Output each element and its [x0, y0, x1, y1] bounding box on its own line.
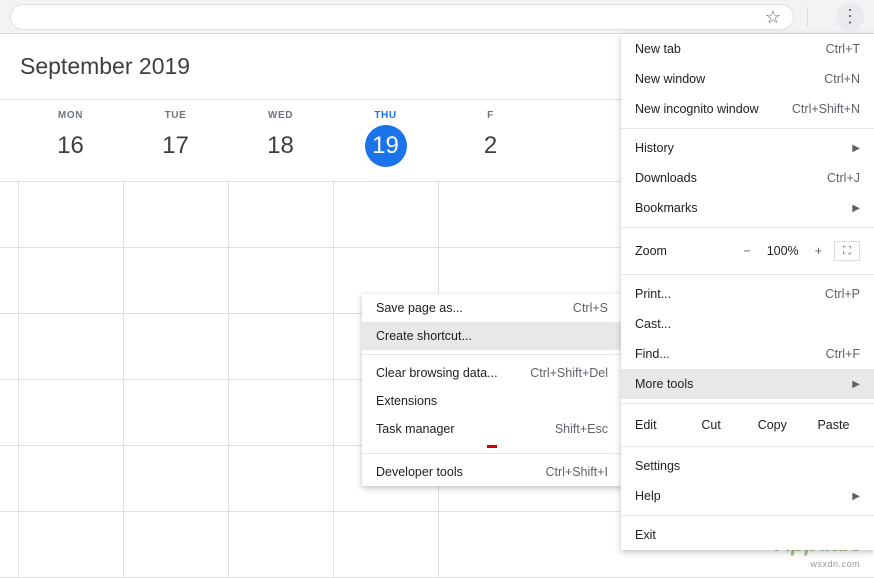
submenu-dev-tools[interactable]: Developer tools Ctrl+Shift+I	[362, 458, 622, 486]
menu-label: More tools	[635, 377, 693, 391]
chevron-right-icon: ▶	[852, 143, 860, 154]
menu-separator	[621, 446, 874, 447]
menu-separator	[621, 274, 874, 275]
menu-label: Bookmarks	[635, 201, 698, 215]
submenu-create-shortcut[interactable]: Create shortcut...	[362, 322, 622, 350]
menu-shortcut: Ctrl+Shift+N	[792, 102, 860, 116]
menu-downloads[interactable]: Downloads Ctrl+J	[621, 163, 874, 193]
menu-label: Create shortcut...	[376, 329, 472, 343]
menu-label: Extensions	[376, 394, 437, 408]
menu-label: Task manager	[376, 422, 455, 436]
menu-label: New window	[635, 72, 705, 86]
watermark-url: wsxdn.com	[810, 559, 860, 569]
day-col-mon[interactable]: MON 16	[18, 100, 123, 181]
submenu-clear-browsing[interactable]: Clear browsing data... Ctrl+Shift+Del	[362, 359, 622, 387]
menu-new-tab[interactable]: New tab Ctrl+T	[621, 34, 874, 64]
menu-label: Save page as...	[376, 301, 463, 315]
menu-shortcut: Ctrl+J	[827, 171, 860, 185]
date-number: 19	[365, 125, 407, 167]
menu-more-tools[interactable]: More tools ▶	[621, 369, 874, 399]
menu-shortcut: Ctrl+P	[825, 287, 860, 301]
menu-label: Clear browsing data...	[376, 366, 498, 380]
menu-separator	[621, 403, 874, 404]
star-icon[interactable]: ☆	[765, 7, 781, 28]
menu-label: Help	[635, 489, 661, 503]
menu-zoom: Zoom − 100% + ⛶	[621, 232, 874, 270]
zoom-in-button[interactable]: +	[815, 244, 822, 258]
menu-shortcut: Ctrl+F	[826, 347, 860, 361]
menu-new-window[interactable]: New window Ctrl+N	[621, 64, 874, 94]
chevron-right-icon: ▶	[852, 491, 860, 502]
date-number: 2	[484, 125, 497, 167]
menu-label: Find...	[635, 347, 670, 361]
menu-shortcut: Ctrl+Shift+I	[545, 465, 608, 479]
submenu-extensions[interactable]: Extensions	[362, 387, 622, 415]
menu-label: Developer tools	[376, 465, 463, 479]
menu-label: Exit	[635, 528, 656, 542]
menu-shortcut: Ctrl+S	[573, 301, 608, 315]
paste-button[interactable]: Paste	[807, 418, 860, 432]
copy-button[interactable]: Copy	[746, 418, 799, 432]
menu-label: Print...	[635, 287, 671, 301]
address-bar[interactable]: ☆	[10, 4, 794, 30]
menu-bookmarks[interactable]: Bookmarks ▶	[621, 193, 874, 223]
menu-cast[interactable]: Cast...	[621, 309, 874, 339]
dow-label: MON	[58, 110, 83, 121]
menu-separator	[362, 354, 622, 355]
menu-separator	[362, 453, 622, 454]
menu-shortcut: Ctrl+N	[824, 72, 860, 86]
menu-help[interactable]: Help ▶	[621, 481, 874, 511]
menu-label: New incognito window	[635, 102, 759, 116]
cut-button[interactable]: Cut	[685, 418, 738, 432]
menu-separator	[621, 128, 874, 129]
menu-label: Downloads	[635, 171, 697, 185]
edit-label: Edit	[635, 418, 657, 432]
menu-shortcut: Shift+Esc	[555, 422, 608, 436]
dow-label: TUE	[165, 110, 187, 121]
kebab-icon: ⋮	[841, 6, 859, 27]
menu-history[interactable]: History ▶	[621, 133, 874, 163]
menu-label: New tab	[635, 42, 681, 56]
menu-shortcut: Ctrl+Shift+Del	[530, 366, 608, 380]
menu-exit[interactable]: Exit	[621, 520, 874, 550]
zoom-out-button[interactable]: −	[743, 244, 750, 258]
dow-label: F	[487, 110, 494, 121]
dow-label: THU	[374, 110, 396, 121]
annotation-mark	[487, 445, 497, 448]
month-title: September 2019	[20, 53, 190, 80]
menu-separator	[621, 227, 874, 228]
menu-label: History	[635, 141, 674, 155]
menu-label: Cast...	[635, 317, 671, 331]
date-number: 18	[267, 125, 294, 167]
menu-separator	[621, 515, 874, 516]
day-col-fri[interactable]: F 2	[438, 100, 543, 181]
chevron-right-icon: ▶	[852, 203, 860, 214]
menu-new-incognito[interactable]: New incognito window Ctrl+Shift+N	[621, 94, 874, 124]
menu-edit: Edit Cut Copy Paste	[621, 408, 874, 442]
menu-print[interactable]: Print... Ctrl+P	[621, 279, 874, 309]
browser-toolbar: ☆ ⋮	[0, 0, 874, 34]
date-number: 16	[57, 125, 84, 167]
day-col-wed[interactable]: WED 18	[228, 100, 333, 181]
zoom-label: Zoom	[635, 244, 667, 258]
date-number: 17	[162, 125, 189, 167]
day-col-tue[interactable]: TUE 17	[123, 100, 228, 181]
chevron-right-icon: ▶	[852, 379, 860, 390]
chrome-main-menu: New tab Ctrl+T New window Ctrl+N New inc…	[621, 34, 874, 550]
submenu-task-manager[interactable]: Task manager Shift+Esc	[362, 415, 622, 443]
chrome-menu-button[interactable]: ⋮	[836, 3, 864, 31]
submenu-save-page[interactable]: Save page as... Ctrl+S	[362, 294, 622, 322]
fullscreen-icon[interactable]: ⛶	[834, 241, 860, 261]
zoom-value: 100%	[763, 244, 803, 258]
day-col-thu[interactable]: THU 19	[333, 100, 438, 181]
menu-label: Settings	[635, 459, 680, 473]
menu-settings[interactable]: Settings	[621, 451, 874, 481]
menu-shortcut: Ctrl+T	[826, 42, 860, 56]
more-tools-submenu: Save page as... Ctrl+S Create shortcut..…	[362, 294, 622, 486]
toolbar-separator	[807, 7, 808, 27]
dow-label: WED	[268, 110, 293, 121]
menu-find[interactable]: Find... Ctrl+F	[621, 339, 874, 369]
gutter	[0, 100, 18, 181]
